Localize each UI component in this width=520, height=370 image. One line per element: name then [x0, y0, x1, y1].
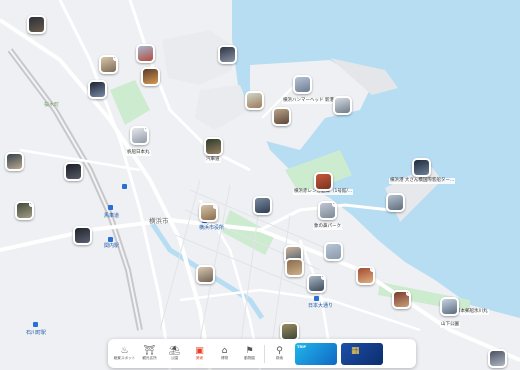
- toolbar-divider: [264, 344, 265, 363]
- photo-pin[interactable]: [314, 172, 333, 191]
- station-icon: [108, 237, 113, 242]
- photo-pin[interactable]: 2: [99, 55, 118, 74]
- photo-pin[interactable]: [333, 96, 352, 115]
- toolbar-art-button[interactable]: ▣ 美術: [187, 341, 212, 366]
- photo-pin[interactable]: 2: [392, 290, 411, 309]
- photo-pin[interactable]: 6: [199, 203, 218, 222]
- photo-pin[interactable]: [324, 242, 343, 261]
- station-icon: [122, 184, 127, 189]
- photo-pin[interactable]: [5, 152, 24, 171]
- photo-pin[interactable]: [204, 137, 223, 156]
- toolbar-label: 動物園: [244, 356, 255, 360]
- photo-pin[interactable]: [272, 107, 291, 126]
- photo-pin[interactable]: [73, 226, 92, 245]
- flag-icon: ⚑: [245, 346, 254, 356]
- toolbar-label: 美術: [195, 356, 204, 360]
- promo-banner-trip[interactable]: TRIP: [295, 342, 337, 365]
- station-label-kannai[interactable]: 関内駅: [104, 243, 119, 249]
- photo-pin[interactable]: [488, 349, 507, 368]
- photo-pin[interactable]: 2: [318, 201, 337, 220]
- photo-pin[interactable]: [136, 44, 155, 63]
- shrine-icon: ⛩: [143, 346, 156, 356]
- photo-pin[interactable]: 2: [307, 274, 326, 293]
- photo-pin[interactable]: [285, 258, 304, 277]
- photo-pin[interactable]: [245, 91, 264, 110]
- toolbar-park-button[interactable]: ⛱ 公園: [162, 341, 187, 366]
- photo-pin[interactable]: [253, 196, 272, 215]
- promo-banner-text: TRIP: [297, 344, 307, 349]
- photo-pin[interactable]: [293, 75, 312, 94]
- district-label: 横浜市: [149, 217, 169, 225]
- place-label-kishamichi[interactable]: 汽車道: [205, 157, 221, 163]
- station-icon: [314, 296, 319, 301]
- station-label-bashamichi[interactable]: 馬車道: [104, 213, 119, 219]
- grid-icon: ▦: [351, 345, 360, 356]
- museum-icon: ⌂: [221, 346, 228, 356]
- photo-pin[interactable]: [440, 297, 459, 316]
- photo-pin[interactable]: 2: [130, 126, 149, 145]
- toolbar-zoo-button[interactable]: ⚑ 動物園: [237, 341, 262, 366]
- photo-pin[interactable]: 8: [356, 266, 375, 285]
- toolbar-museum-button[interactable]: ⌂ 博物: [212, 341, 237, 366]
- toolbar-label: 検索: [275, 356, 284, 360]
- frame-icon: ▣: [195, 346, 204, 356]
- toolbar-label: 博物: [220, 356, 229, 360]
- search-icon: ⚲: [276, 346, 283, 356]
- photo-pin[interactable]: [412, 158, 431, 177]
- place-label-osanbashi[interactable]: 横浜港 大さん橋国際客船ター...: [389, 178, 456, 184]
- toolbar-search-button[interactable]: ⚲ 検索: [267, 341, 292, 366]
- toolbar-label: 公園: [170, 356, 179, 360]
- station-label-sakuragicho[interactable]: 桜木町: [44, 102, 59, 108]
- station-label-ishikawacho[interactable]: 石川町駅: [26, 330, 46, 336]
- category-toolbar: ♨ 絶景スポット ⛩ 観光名所 ⛱ 公園 ▣ 美術 ⌂ 博物 ⚑ 動物園 ⚲ 検…: [108, 339, 416, 368]
- photo-pin[interactable]: [196, 265, 215, 284]
- toolbar-sightseeing-button[interactable]: ⛩ 観光名所: [137, 341, 162, 366]
- place-label-nippon-maru[interactable]: 帆船日本丸: [126, 150, 151, 156]
- station-label-nihon-odori[interactable]: 日本大通り: [308, 303, 333, 309]
- photo-pin[interactable]: [386, 193, 405, 212]
- toolbar-scenic-button[interactable]: ♨ 絶景スポット: [112, 341, 137, 366]
- place-label-zounohana[interactable]: 象の鼻パーク: [313, 224, 342, 230]
- toolbar-label: 絶景スポット: [113, 356, 136, 360]
- station-icon: [33, 322, 38, 327]
- promo-banner-map[interactable]: ▦: [341, 342, 383, 365]
- photo-pin[interactable]: [88, 80, 107, 99]
- photo-pin[interactable]: [27, 15, 46, 34]
- photo-pin[interactable]: [64, 162, 83, 181]
- place-label-hikawa-maru[interactable]: 日本郵船氷川丸: [455, 309, 489, 315]
- station-label-city-hall[interactable]: 横浜市役所: [199, 225, 224, 231]
- toolbar-label: 観光名所: [142, 356, 157, 360]
- place-label-yamashita-park[interactable]: 山下公園: [440, 322, 460, 328]
- photo-pin[interactable]: [141, 67, 160, 86]
- scenic-icon: ♨: [120, 346, 129, 356]
- station-icon: [108, 205, 113, 210]
- photo-pin[interactable]: 2: [15, 201, 34, 220]
- park-icon: ⛱: [168, 346, 181, 356]
- photo-pin[interactable]: [218, 45, 237, 64]
